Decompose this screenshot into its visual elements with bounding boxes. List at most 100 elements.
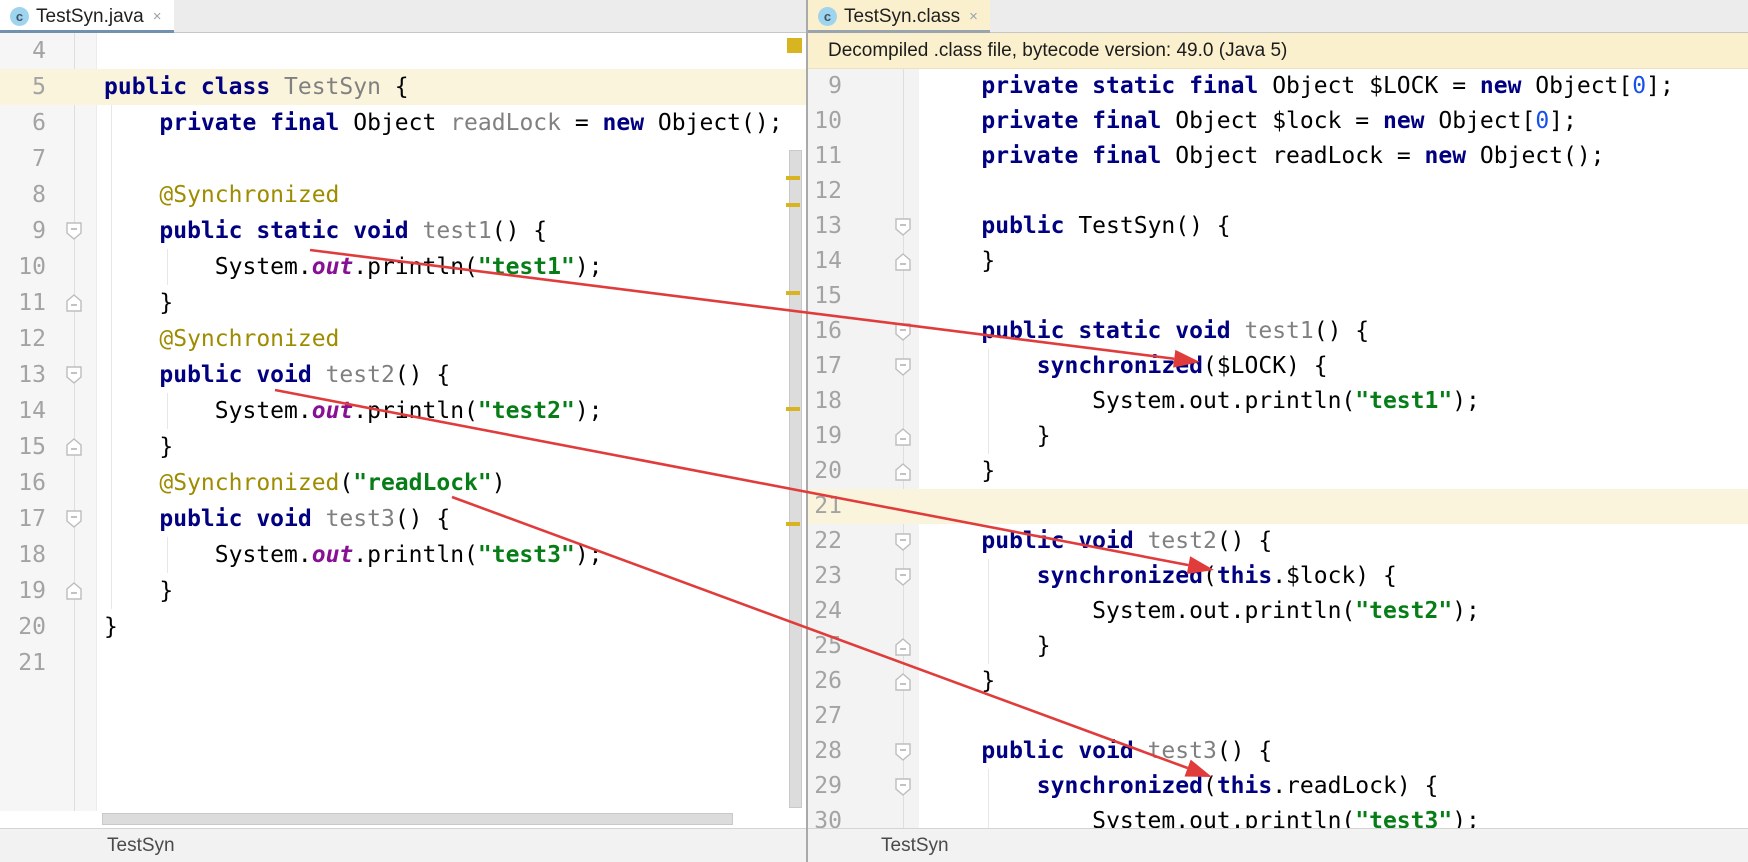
close-icon[interactable]: × xyxy=(969,9,978,24)
right-breadcrumb-bar: TestSyn xyxy=(808,828,1748,862)
code-line: 6 private final Object readLock = new Ob… xyxy=(0,105,806,141)
line-number: 15 xyxy=(0,429,46,465)
fold-start-icon[interactable] xyxy=(66,510,82,533)
fold-start-icon[interactable] xyxy=(895,218,911,241)
code-line: 15 xyxy=(808,279,1748,314)
java-source-editor[interactable]: 45public class TestSyn {6 private final … xyxy=(0,33,806,811)
code-line: 27 xyxy=(808,699,1748,734)
left-tab-strip: c TestSyn.java × xyxy=(0,0,806,33)
code-text: private static final Object $LOCK = new … xyxy=(926,69,1674,104)
line-number: 15 xyxy=(808,279,842,314)
tab-title: TestSyn.java xyxy=(36,6,144,28)
code-line: 17 synchronized($LOCK) { xyxy=(808,349,1748,384)
fold-start-icon[interactable] xyxy=(66,222,82,245)
fold-end-icon[interactable] xyxy=(895,673,911,696)
inspection-status-square[interactable] xyxy=(787,38,802,53)
fold-end-icon[interactable] xyxy=(895,638,911,661)
code-line: 13 public void test2() { xyxy=(0,357,806,393)
fold-start-icon[interactable] xyxy=(895,778,911,801)
line-number: 19 xyxy=(0,573,46,609)
code-line: 21 xyxy=(0,645,806,681)
fold-start-icon[interactable] xyxy=(895,568,911,591)
fold-start-icon[interactable] xyxy=(895,358,911,381)
code-line: 11 private final Object readLock = new O… xyxy=(808,139,1748,174)
line-number: 30 xyxy=(808,804,842,828)
line-number: 20 xyxy=(808,454,842,489)
code-text: } xyxy=(104,285,173,321)
line-number: 11 xyxy=(0,285,46,321)
changed-lines-marker[interactable] xyxy=(786,176,800,180)
tab-testsyn-class[interactable]: c TestSyn.class × xyxy=(808,0,990,33)
code-line: 20 } xyxy=(808,454,1748,489)
changed-lines-marker[interactable] xyxy=(786,291,800,295)
line-number: 28 xyxy=(808,734,842,769)
line-number: 6 xyxy=(0,105,46,141)
fold-end-icon[interactable] xyxy=(895,428,911,451)
code-text: private final Object readLock = new Obje… xyxy=(926,139,1605,174)
changed-lines-marker[interactable] xyxy=(786,407,800,411)
code-line: 8 @Synchronized xyxy=(0,177,806,213)
code-line: 13 public TestSyn() { xyxy=(808,209,1748,244)
code-text: @Synchronized("readLock") xyxy=(104,465,506,501)
breadcrumb-item-class[interactable]: TestSyn xyxy=(881,835,949,857)
code-text: synchronized(this.readLock) { xyxy=(926,769,1438,804)
line-number: 20 xyxy=(0,609,46,645)
fold-end-icon[interactable] xyxy=(895,253,911,276)
banner-text: Decompiled .class file, bytecode version… xyxy=(828,40,1287,62)
code-text: public void test2() { xyxy=(104,357,450,393)
code-line: 20} xyxy=(0,609,806,645)
code-text: public class TestSyn { xyxy=(104,69,409,105)
line-number: 12 xyxy=(808,174,842,209)
line-number: 11 xyxy=(808,139,842,174)
code-line: 14 } xyxy=(808,244,1748,279)
code-text: System.out.println("test3"); xyxy=(104,537,603,573)
line-number: 23 xyxy=(808,559,842,594)
code-text: private final Object readLock = new Obje… xyxy=(104,105,783,141)
left-editor-pane: c TestSyn.java × 45public class TestSyn … xyxy=(0,0,806,862)
code-line: 14 System.out.println("test2"); xyxy=(0,393,806,429)
code-line: 25 } xyxy=(808,629,1748,664)
code-line: 19 } xyxy=(808,419,1748,454)
line-number: 9 xyxy=(0,213,46,249)
changed-lines-marker[interactable] xyxy=(786,522,800,526)
fold-end-icon[interactable] xyxy=(66,438,82,461)
line-number: 21 xyxy=(808,489,842,524)
code-text: synchronized($LOCK) { xyxy=(926,349,1328,384)
code-text: private final Object $lock = new Object[… xyxy=(926,104,1577,139)
code-line: 12 xyxy=(808,174,1748,209)
line-number: 29 xyxy=(808,769,842,804)
vertical-scrollbar-thumb[interactable] xyxy=(789,150,802,808)
code-text: } xyxy=(926,244,995,279)
horizontal-scrollbar[interactable] xyxy=(0,811,806,828)
code-line: 7 xyxy=(0,141,806,177)
fold-end-icon[interactable] xyxy=(66,582,82,605)
fold-start-icon[interactable] xyxy=(895,743,911,766)
code-line: 26 } xyxy=(808,664,1748,699)
fold-start-icon[interactable] xyxy=(895,533,911,556)
code-line: 24 System.out.println("test2"); xyxy=(808,594,1748,629)
code-line: 12 @Synchronized xyxy=(0,321,806,357)
breadcrumb-item-class[interactable]: TestSyn xyxy=(107,835,175,857)
line-number: 12 xyxy=(0,321,46,357)
code-line: 10 private final Object $lock = new Obje… xyxy=(808,104,1748,139)
fold-end-icon[interactable] xyxy=(895,463,911,486)
left-breadcrumb-bar: TestSyn xyxy=(0,828,806,862)
close-icon[interactable]: × xyxy=(153,9,162,24)
line-number: 14 xyxy=(808,244,842,279)
fold-start-icon[interactable] xyxy=(895,323,911,346)
line-number: 10 xyxy=(0,249,46,285)
line-number: 8 xyxy=(0,177,46,213)
line-number: 4 xyxy=(0,33,46,69)
decompiled-class-editor[interactable]: 9 private static final Object $LOCK = ne… xyxy=(808,69,1748,828)
horizontal-scrollbar-thumb[interactable] xyxy=(102,813,733,825)
ide-window: c TestSyn.java × 45public class TestSyn … xyxy=(0,0,1748,862)
changed-lines-marker[interactable] xyxy=(786,203,800,207)
fold-start-icon[interactable] xyxy=(66,366,82,389)
code-line: 30 System.out.println("test3"); xyxy=(808,804,1748,828)
code-line: 16 public static void test1() { xyxy=(808,314,1748,349)
code-text: } xyxy=(926,629,1051,664)
java-class-icon: c xyxy=(10,7,29,26)
fold-end-icon[interactable] xyxy=(66,294,82,317)
tab-testsyn-java[interactable]: c TestSyn.java × xyxy=(0,0,174,33)
line-number: 27 xyxy=(808,699,842,734)
